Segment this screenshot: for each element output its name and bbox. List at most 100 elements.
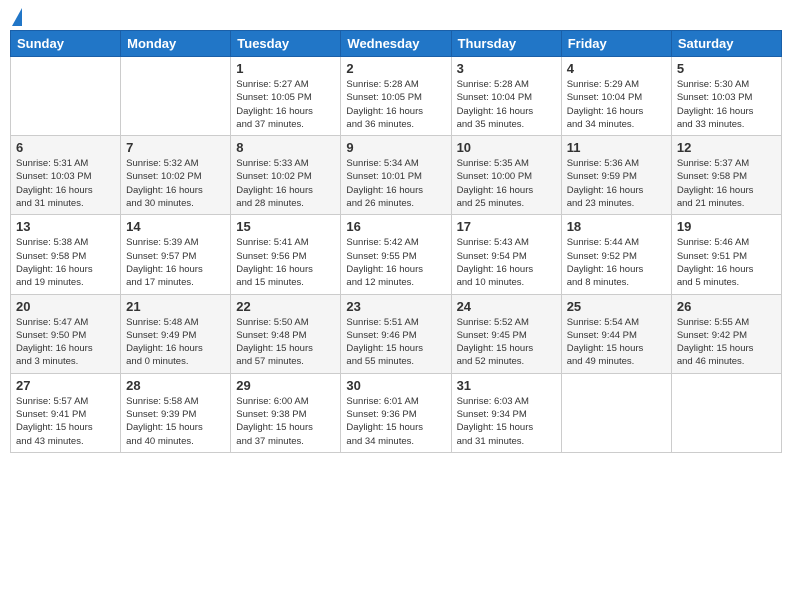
day-number: 3 [457,61,556,76]
day-info: Sunrise: 5:34 AM Sunset: 10:01 PM Daylig… [346,157,445,210]
day-info: Sunrise: 5:38 AM Sunset: 9:58 PM Dayligh… [16,236,115,289]
day-number: 11 [567,140,666,155]
calendar-day-cell: 12 Sunrise: 5:37 AM Sunset: 9:58 PM Dayli… [671,136,781,215]
day-of-week-header: Tuesday [231,31,341,57]
day-number: 30 [346,378,445,393]
day-number: 23 [346,299,445,314]
calendar-day-cell: 18 Sunrise: 5:44 AM Sunset: 9:52 PM Dayli… [561,215,671,294]
calendar-day-cell [671,373,781,452]
day-number: 21 [126,299,225,314]
calendar-day-cell: 21 Sunrise: 5:48 AM Sunset: 9:49 PM Dayli… [121,294,231,373]
calendar-header-row: SundayMondayTuesdayWednesdayThursdayFrid… [11,31,782,57]
day-info: Sunrise: 5:57 AM Sunset: 9:41 PM Dayligh… [16,395,115,448]
calendar-week-row: 6 Sunrise: 5:31 AM Sunset: 10:03 PM Dayli… [11,136,782,215]
day-number: 31 [457,378,556,393]
header [10,10,782,24]
calendar-day-cell: 11 Sunrise: 5:36 AM Sunset: 9:59 PM Dayli… [561,136,671,215]
day-of-week-header: Thursday [451,31,561,57]
day-info: Sunrise: 5:51 AM Sunset: 9:46 PM Dayligh… [346,316,445,369]
day-info: Sunrise: 5:55 AM Sunset: 9:42 PM Dayligh… [677,316,776,369]
day-number: 5 [677,61,776,76]
calendar-day-cell: 19 Sunrise: 5:46 AM Sunset: 9:51 PM Dayli… [671,215,781,294]
day-info: Sunrise: 5:33 AM Sunset: 10:02 PM Daylig… [236,157,335,210]
day-number: 13 [16,219,115,234]
day-info: Sunrise: 6:03 AM Sunset: 9:34 PM Dayligh… [457,395,556,448]
calendar-table: SundayMondayTuesdayWednesdayThursdayFrid… [10,30,782,453]
day-info: Sunrise: 5:58 AM Sunset: 9:39 PM Dayligh… [126,395,225,448]
day-number: 12 [677,140,776,155]
day-of-week-header: Friday [561,31,671,57]
day-number: 24 [457,299,556,314]
day-number: 17 [457,219,556,234]
calendar-day-cell: 5 Sunrise: 5:30 AM Sunset: 10:03 PM Dayli… [671,57,781,136]
day-number: 15 [236,219,335,234]
day-info: Sunrise: 5:27 AM Sunset: 10:05 PM Daylig… [236,78,335,131]
day-info: Sunrise: 5:31 AM Sunset: 10:03 PM Daylig… [16,157,115,210]
day-of-week-header: Sunday [11,31,121,57]
day-info: Sunrise: 5:48 AM Sunset: 9:49 PM Dayligh… [126,316,225,369]
day-number: 16 [346,219,445,234]
calendar-day-cell: 28 Sunrise: 5:58 AM Sunset: 9:39 PM Dayli… [121,373,231,452]
day-info: Sunrise: 5:29 AM Sunset: 10:04 PM Daylig… [567,78,666,131]
day-number: 9 [346,140,445,155]
calendar-day-cell: 29 Sunrise: 6:00 AM Sunset: 9:38 PM Dayli… [231,373,341,452]
calendar-day-cell: 27Sunrise: 5:57 AM Sunset: 9:41 PM Dayli… [11,373,121,452]
day-number: 8 [236,140,335,155]
day-info: Sunrise: 5:36 AM Sunset: 9:59 PM Dayligh… [567,157,666,210]
calendar-day-cell: 7 Sunrise: 5:32 AM Sunset: 10:02 PM Dayli… [121,136,231,215]
day-number: 14 [126,219,225,234]
day-info: Sunrise: 5:54 AM Sunset: 9:44 PM Dayligh… [567,316,666,369]
day-info: Sunrise: 5:39 AM Sunset: 9:57 PM Dayligh… [126,236,225,289]
calendar-day-cell: 26 Sunrise: 5:55 AM Sunset: 9:42 PM Dayli… [671,294,781,373]
day-info: Sunrise: 5:30 AM Sunset: 10:03 PM Daylig… [677,78,776,131]
calendar-day-cell: 16 Sunrise: 5:42 AM Sunset: 9:55 PM Dayli… [341,215,451,294]
day-info: Sunrise: 5:47 AM Sunset: 9:50 PM Dayligh… [16,316,115,369]
calendar-day-cell: 6 Sunrise: 5:31 AM Sunset: 10:03 PM Dayli… [11,136,121,215]
day-info: Sunrise: 5:32 AM Sunset: 10:02 PM Daylig… [126,157,225,210]
day-info: Sunrise: 5:37 AM Sunset: 9:58 PM Dayligh… [677,157,776,210]
day-info: Sunrise: 5:50 AM Sunset: 9:48 PM Dayligh… [236,316,335,369]
calendar-day-cell: 2 Sunrise: 5:28 AM Sunset: 10:05 PM Dayli… [341,57,451,136]
day-info: Sunrise: 5:35 AM Sunset: 10:00 PM Daylig… [457,157,556,210]
day-number: 7 [126,140,225,155]
day-info: Sunrise: 5:43 AM Sunset: 9:54 PM Dayligh… [457,236,556,289]
day-number: 1 [236,61,335,76]
day-number: 18 [567,219,666,234]
calendar-day-cell [11,57,121,136]
calendar-day-cell: 14 Sunrise: 5:39 AM Sunset: 9:57 PM Dayli… [121,215,231,294]
day-number: 4 [567,61,666,76]
day-info: Sunrise: 6:00 AM Sunset: 9:38 PM Dayligh… [236,395,335,448]
calendar-week-row: 13 Sunrise: 5:38 AM Sunset: 9:58 PM Dayli… [11,215,782,294]
day-info: Sunrise: 5:28 AM Sunset: 10:05 PM Daylig… [346,78,445,131]
day-of-week-header: Saturday [671,31,781,57]
day-number: 2 [346,61,445,76]
day-number: 20 [16,299,115,314]
calendar-day-cell: 15 Sunrise: 5:41 AM Sunset: 9:56 PM Dayli… [231,215,341,294]
calendar-day-cell: 24 Sunrise: 5:52 AM Sunset: 9:45 PM Dayli… [451,294,561,373]
calendar-day-cell [121,57,231,136]
calendar-day-cell: 13 Sunrise: 5:38 AM Sunset: 9:58 PM Dayli… [11,215,121,294]
day-info: Sunrise: 5:42 AM Sunset: 9:55 PM Dayligh… [346,236,445,289]
logo [10,10,22,24]
calendar-day-cell: 3 Sunrise: 5:28 AM Sunset: 10:04 PM Dayli… [451,57,561,136]
calendar-day-cell: 31 Sunrise: 6:03 AM Sunset: 9:34 PM Dayli… [451,373,561,452]
calendar-day-cell: 20 Sunrise: 5:47 AM Sunset: 9:50 PM Dayli… [11,294,121,373]
day-number: 26 [677,299,776,314]
day-number: 10 [457,140,556,155]
day-info: Sunrise: 6:01 AM Sunset: 9:36 PM Dayligh… [346,395,445,448]
day-number: 29 [236,378,335,393]
calendar-week-row: 1 Sunrise: 5:27 AM Sunset: 10:05 PM Dayli… [11,57,782,136]
calendar-day-cell: 22Sunrise: 5:50 AM Sunset: 9:48 PM Dayli… [231,294,341,373]
day-of-week-header: Monday [121,31,231,57]
day-info: Sunrise: 5:52 AM Sunset: 9:45 PM Dayligh… [457,316,556,369]
day-info: Sunrise: 5:46 AM Sunset: 9:51 PM Dayligh… [677,236,776,289]
day-number: 25 [567,299,666,314]
day-info: Sunrise: 5:28 AM Sunset: 10:04 PM Daylig… [457,78,556,131]
day-info: Sunrise: 5:44 AM Sunset: 9:52 PM Dayligh… [567,236,666,289]
calendar-week-row: 27Sunrise: 5:57 AM Sunset: 9:41 PM Dayli… [11,373,782,452]
day-number: 6 [16,140,115,155]
day-number: 19 [677,219,776,234]
day-info: Sunrise: 5:41 AM Sunset: 9:56 PM Dayligh… [236,236,335,289]
day-number: 28 [126,378,225,393]
day-of-week-header: Wednesday [341,31,451,57]
